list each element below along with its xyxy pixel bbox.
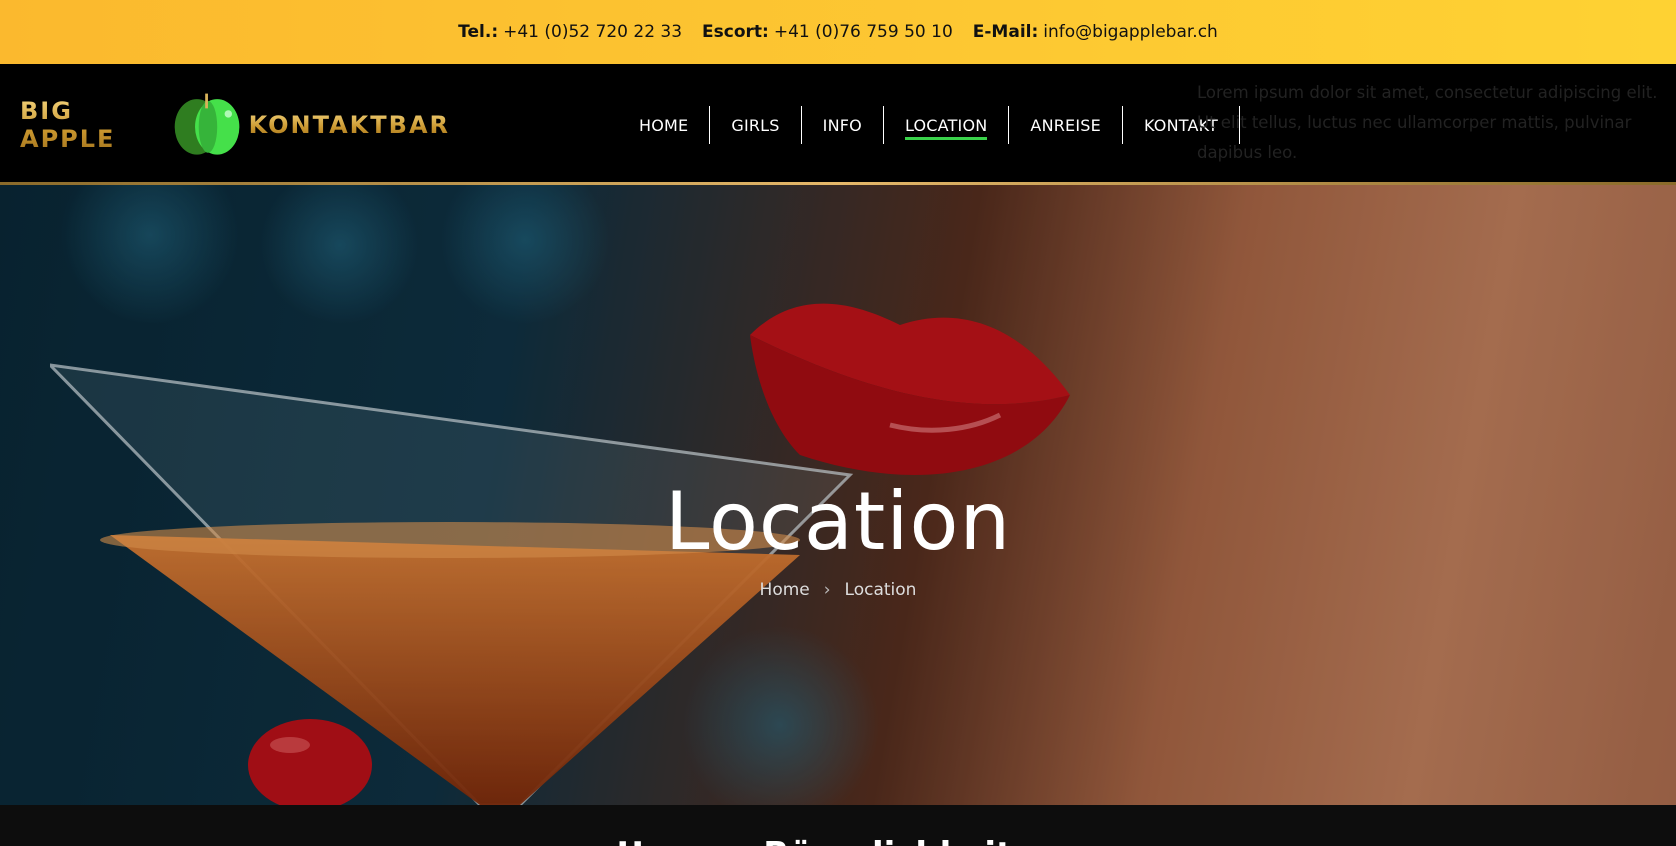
breadcrumb-current: Location (844, 580, 917, 600)
email-label: E-Mail: (972, 22, 1039, 42)
logo-text-right: KONTAKTBAR (248, 111, 450, 139)
main-nav: HOME GIRLS INFO LOCATION ANREISE KONTAKT (618, 106, 1241, 144)
page-title: Location (664, 475, 1012, 568)
nav-anreise[interactable]: ANREISE (1009, 106, 1123, 144)
breadcrumb-home[interactable]: Home (760, 580, 810, 600)
breadcrumb: Home › Location (0, 580, 1676, 600)
escort-number[interactable]: +41 (0)76 759 50 10 (774, 22, 953, 42)
escort-label: Escort: (702, 22, 769, 42)
phone-label: Tel.: (458, 22, 499, 42)
section-heading: Unsere Räumlichkeiten (0, 835, 1676, 846)
site-header: BIG APPLE KONTAKTBAR HOME GIRLS INFO LOC… (0, 64, 1676, 185)
breadcrumb-separator-icon: › (823, 580, 831, 600)
nav-girls[interactable]: GIRLS (710, 106, 802, 144)
nav-info[interactable]: INFO (802, 106, 884, 144)
site-logo[interactable]: BIG APPLE KONTAKTBAR (20, 90, 450, 160)
email-contact[interactable]: E-Mail: info@bigapplebar.ch (973, 22, 1218, 42)
contact-bar: Tel.: +41 (0)52 720 22 33 Escort: +41 (0)7… (0, 0, 1676, 64)
phone-contact[interactable]: Tel.: +41 (0)52 720 22 33 (458, 22, 682, 42)
nav-home[interactable]: HOME (618, 106, 711, 144)
phone-number[interactable]: +41 (0)52 720 22 33 (503, 22, 682, 42)
escort-contact[interactable]: Escort: +41 (0)76 759 50 10 (702, 22, 953, 42)
hero-banner: Location Home › Location (0, 185, 1676, 805)
logo-text-left: BIG APPLE (20, 97, 167, 153)
placeholder-text: Lorem ipsum dolor sit amet, consectetur … (1197, 83, 1658, 162)
email-address[interactable]: info@bigapplebar.ch (1043, 22, 1218, 42)
nav-location[interactable]: LOCATION (884, 106, 1010, 144)
apple-logo-icon (174, 93, 240, 155)
content-section: Unsere Räumlichkeiten (0, 805, 1676, 846)
